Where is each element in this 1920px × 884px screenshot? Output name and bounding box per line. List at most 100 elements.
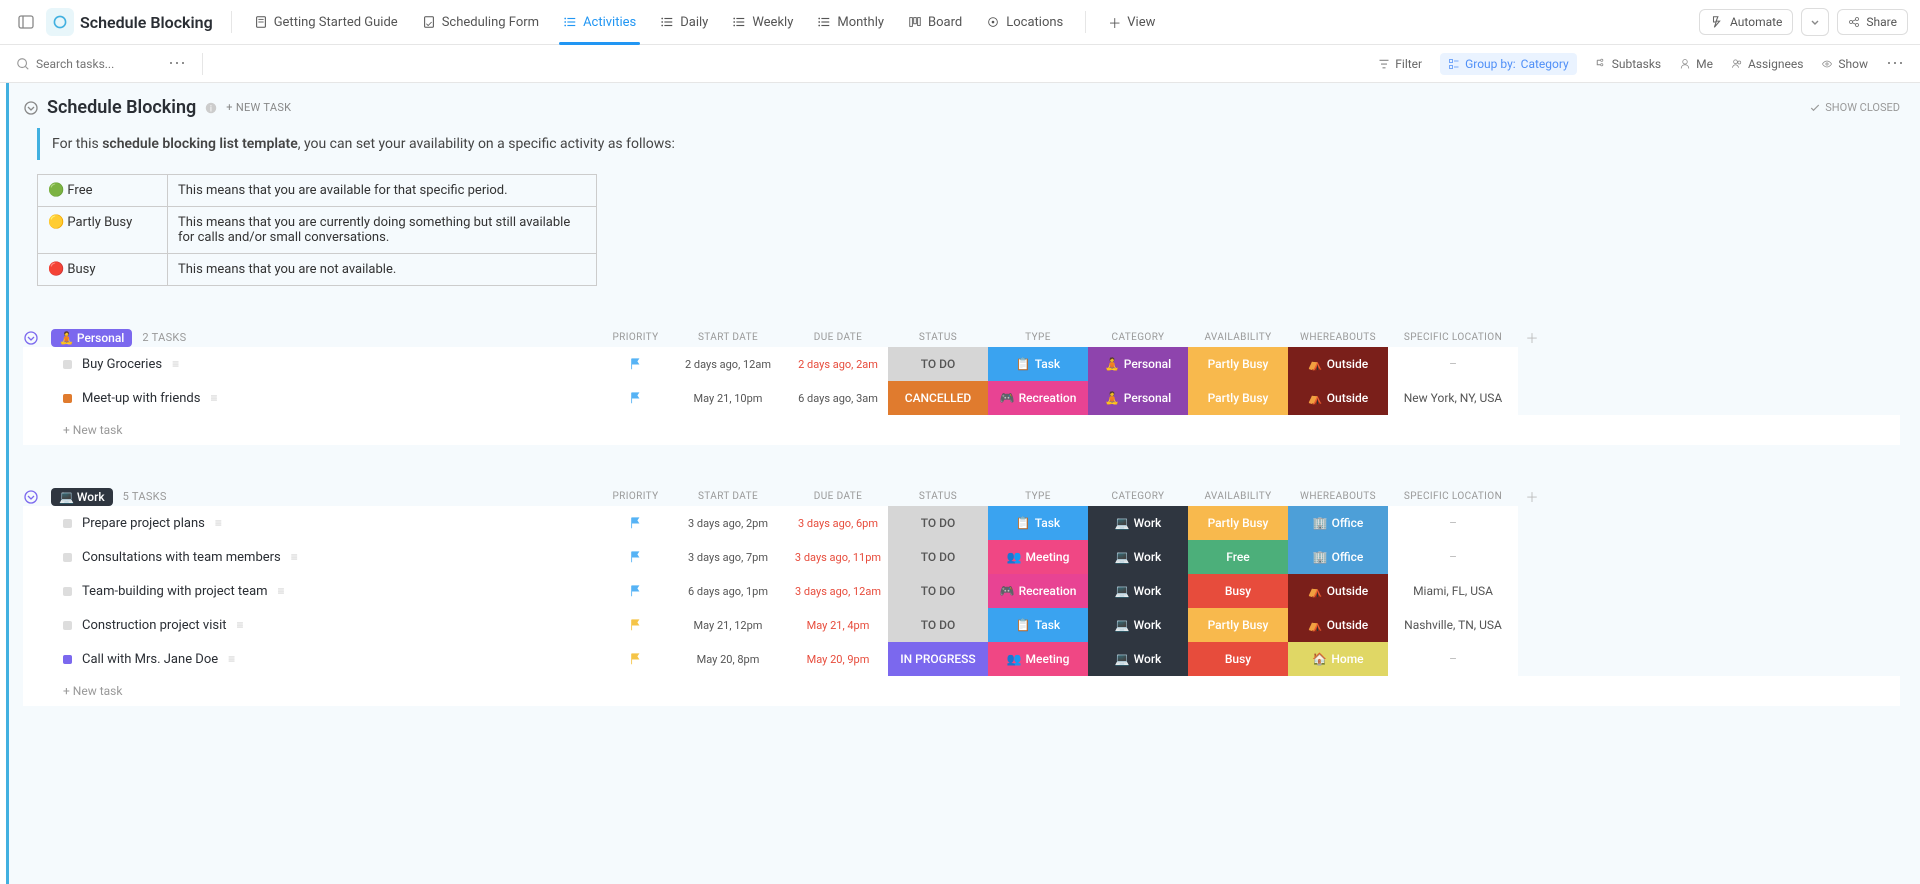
status-badge[interactable]: TO DO	[888, 574, 988, 608]
priority-flag-icon[interactable]	[603, 381, 668, 415]
subtasks-button[interactable]: Subtasks	[1595, 57, 1661, 71]
column-header[interactable]: TYPE	[988, 491, 1088, 502]
availability-badge[interactable]: Partly Busy	[1188, 506, 1288, 540]
type-badge[interactable]: 📋Task	[988, 506, 1088, 540]
status-badge[interactable]: CANCELLED	[888, 381, 988, 415]
availability-badge[interactable]: Busy	[1188, 574, 1288, 608]
availability-badge[interactable]: Partly Busy	[1188, 347, 1288, 381]
task-row[interactable]: Call with Mrs. Jane Doe ≡ May 20, 8pmMay 2…	[23, 642, 1900, 676]
task-row[interactable]: Meet-up with friends≡May 21, 10pm6 days …	[23, 381, 1900, 415]
collapse-group-icon[interactable]	[23, 330, 51, 346]
whereabouts-badge[interactable]: ⛺Outside	[1288, 608, 1388, 642]
status-dot[interactable]	[63, 655, 72, 664]
task-menu-icon[interactable]: ≡	[237, 618, 244, 632]
status-badge[interactable]: TO DO	[888, 506, 988, 540]
status-dot[interactable]	[63, 587, 72, 596]
search-input[interactable]	[36, 57, 156, 71]
sidebar-toggle-icon[interactable]	[12, 8, 40, 36]
column-header[interactable]: START DATE	[668, 491, 788, 502]
column-header[interactable]: SPECIFIC LOCATION	[1388, 332, 1518, 343]
start-date[interactable]: 6 days ago, 1pm	[668, 574, 788, 608]
toolbar-more-icon[interactable]: ⋯	[1886, 53, 1904, 74]
priority-flag-icon[interactable]	[603, 347, 668, 381]
task-row[interactable]: Team-building with project team≡6 days a…	[23, 574, 1900, 608]
tab-monthly[interactable]: Monthly	[805, 0, 896, 45]
task-name[interactable]: Call with Mrs. Jane Doe	[82, 652, 218, 667]
task-name[interactable]: Buy Groceries	[82, 357, 162, 372]
tab-scheduling-form[interactable]: Scheduling Form	[410, 0, 551, 45]
type-badge[interactable]: 🎮Recreation	[988, 574, 1088, 608]
whereabouts-badge[interactable]: 🏢Office	[1288, 540, 1388, 574]
task-menu-icon[interactable]: ≡	[210, 391, 217, 405]
tab-getting-started-guide[interactable]: Getting Started Guide	[242, 0, 410, 45]
task-row[interactable]: Construction project visit≡May 21, 12pmM…	[23, 608, 1900, 642]
type-badge[interactable]: 👥Meeting	[988, 540, 1088, 574]
workspace-icon[interactable]	[46, 8, 74, 36]
status-badge[interactable]: TO DO	[888, 608, 988, 642]
filter-button[interactable]: Filter	[1378, 57, 1422, 71]
tab-weekly[interactable]: Weekly	[720, 0, 805, 45]
task-menu-icon[interactable]: ≡	[228, 652, 235, 666]
task-name[interactable]: Team-building with project team	[82, 584, 268, 599]
type-badge[interactable]: 👥Meeting	[988, 642, 1088, 676]
status-badge[interactable]: IN PROGRESS	[888, 642, 988, 676]
whereabouts-badge[interactable]: ⛺Outside	[1288, 347, 1388, 381]
task-name[interactable]: Construction project visit	[82, 618, 227, 633]
task-menu-icon[interactable]: ≡	[172, 357, 179, 371]
type-badge[interactable]: 📋Task	[988, 608, 1088, 642]
group-by-button[interactable]: Group by: Category	[1440, 53, 1577, 75]
availability-badge[interactable]: Busy	[1188, 642, 1288, 676]
due-date[interactable]: May 20, 9pm	[788, 642, 888, 676]
automate-dropdown-icon[interactable]	[1801, 8, 1829, 36]
specific-location[interactable]: –	[1388, 506, 1518, 540]
due-date[interactable]: May 21, 4pm	[788, 608, 888, 642]
assignees-button[interactable]: Assignees	[1731, 57, 1803, 71]
task-row[interactable]: Prepare project plans≡3 days ago, 2pm3 d…	[23, 506, 1900, 540]
add-column-icon[interactable]: ＋	[1518, 328, 1546, 347]
tab-daily[interactable]: Daily	[648, 0, 720, 45]
priority-flag-icon[interactable]	[603, 608, 668, 642]
column-header[interactable]: PRIORITY	[603, 332, 668, 343]
column-header[interactable]: WHEREABOUTS	[1288, 332, 1388, 343]
start-date[interactable]: 2 days ago, 12am	[668, 347, 788, 381]
category-badge[interactable]: 💻Work	[1088, 540, 1188, 574]
due-date[interactable]: 3 days ago, 6pm	[788, 506, 888, 540]
task-name[interactable]: Prepare project plans	[82, 516, 205, 531]
share-button[interactable]: Share	[1837, 9, 1908, 35]
category-badge[interactable]: 💻Work	[1088, 574, 1188, 608]
start-date[interactable]: May 20, 8pm	[668, 642, 788, 676]
page-title[interactable]: Schedule Blocking	[80, 13, 213, 32]
task-row[interactable]: Buy Groceries≡2 days ago, 12am2 days ago…	[23, 347, 1900, 381]
priority-flag-icon[interactable]	[603, 540, 668, 574]
specific-location[interactable]: New York, NY, USA	[1388, 381, 1518, 415]
status-dot[interactable]	[63, 621, 72, 630]
collapse-section-icon[interactable]	[23, 100, 39, 116]
info-icon[interactable]: i	[204, 101, 218, 115]
availability-badge[interactable]: Partly Busy	[1188, 608, 1288, 642]
automate-button[interactable]: Automate	[1699, 9, 1793, 35]
add-view-button[interactable]: ＋View	[1096, 0, 1167, 45]
task-row[interactable]: Consultations with team members≡3 days a…	[23, 540, 1900, 574]
tab-locations[interactable]: Locations	[974, 0, 1075, 45]
priority-flag-icon[interactable]	[603, 642, 668, 676]
start-date[interactable]: May 21, 10pm	[668, 381, 788, 415]
category-badge[interactable]: 💻Work	[1088, 506, 1188, 540]
tab-activities[interactable]: Activities	[551, 0, 648, 45]
type-badge[interactable]: 🎮Recreation	[988, 381, 1088, 415]
column-header[interactable]: PRIORITY	[603, 491, 668, 502]
column-header[interactable]: WHEREABOUTS	[1288, 491, 1388, 502]
status-badge[interactable]: TO DO	[888, 347, 988, 381]
column-header[interactable]: TYPE	[988, 332, 1088, 343]
status-badge[interactable]: TO DO	[888, 540, 988, 574]
column-header[interactable]: CATEGORY	[1088, 491, 1188, 502]
status-dot[interactable]	[63, 394, 72, 403]
priority-flag-icon[interactable]	[603, 506, 668, 540]
add-column-icon[interactable]: ＋	[1518, 487, 1546, 506]
tab-board[interactable]: Board	[896, 0, 974, 45]
due-date[interactable]: 3 days ago, 11pm	[788, 540, 888, 574]
specific-location[interactable]: Miami, FL, USA	[1388, 574, 1518, 608]
column-header[interactable]: DUE DATE	[788, 491, 888, 502]
category-badge[interactable]: 💻Work	[1088, 642, 1188, 676]
whereabouts-badge[interactable]: 🏠Home	[1288, 642, 1388, 676]
specific-location[interactable]: –	[1388, 642, 1518, 676]
